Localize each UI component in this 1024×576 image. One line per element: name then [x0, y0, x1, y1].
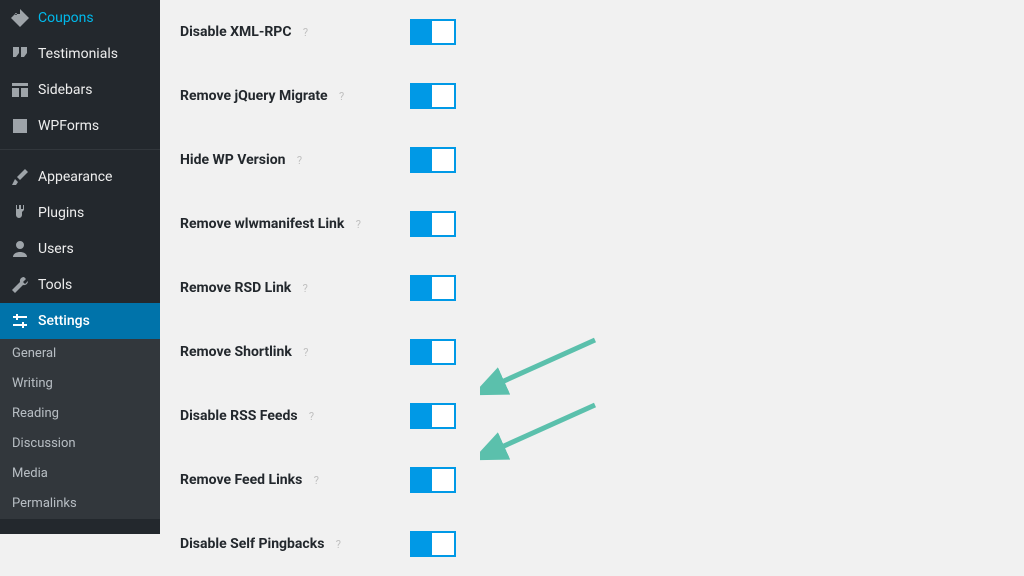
setting-row: Hide WP Version? [180, 128, 1004, 192]
menu-label: Sidebars [38, 81, 92, 99]
setting-row: Remove wlwmanifest Link? [180, 192, 1004, 256]
submenu-item-writing[interactable]: Writing [0, 369, 160, 399]
menu-label: Settings [38, 312, 90, 330]
setting-row: Remove Shortlink? [180, 320, 1004, 384]
settings-submenu: General Writing Reading Discussion Media… [0, 339, 160, 519]
sidebar-item-appearance[interactable]: Appearance [0, 159, 160, 195]
menu-label: Testimonials [38, 45, 118, 63]
menu-label: Coupons [38, 9, 94, 27]
toggle-knob [432, 85, 454, 107]
setting-label-text: Disable RSS Feeds [180, 408, 298, 424]
toggle-knob [432, 21, 454, 43]
brush-icon [10, 167, 30, 187]
toggle-knob [432, 405, 454, 427]
menu-separator [0, 149, 160, 154]
toggle-knob [432, 469, 454, 491]
toggle-switch[interactable] [410, 531, 456, 557]
setting-label-text: Remove jQuery Migrate [180, 88, 328, 104]
help-icon[interactable]: ? [350, 216, 366, 232]
menu-label: WPForms [38, 117, 99, 135]
menu-label: Plugins [38, 204, 84, 222]
sliders-icon [10, 311, 30, 331]
toggle-switch[interactable] [410, 83, 456, 109]
submenu-item-reading[interactable]: Reading [0, 399, 160, 429]
layout-icon [10, 80, 30, 100]
menu-label: Appearance [38, 168, 112, 186]
toggle-switch[interactable] [410, 467, 456, 493]
toggle-knob [432, 341, 454, 363]
wrench-icon [10, 275, 30, 295]
help-icon[interactable]: ? [334, 88, 350, 104]
help-icon[interactable]: ? [308, 472, 324, 488]
toggle-switch[interactable] [410, 211, 456, 237]
setting-label-text: Disable XML-RPC [180, 24, 292, 40]
submenu-item-permalinks[interactable]: Permalinks [0, 489, 160, 519]
sidebar-item-tools[interactable]: Tools [0, 267, 160, 303]
settings-panel: Disable XML-RPC?Remove jQuery Migrate?Hi… [160, 0, 1024, 534]
sidebar-item-sidebars[interactable]: Sidebars [0, 72, 160, 108]
setting-label-text: Remove wlwmanifest Link [180, 216, 344, 232]
tag-icon [10, 8, 30, 28]
setting-label-text: Disable Self Pingbacks [180, 536, 324, 552]
setting-row: Disable XML-RPC? [180, 0, 1004, 64]
setting-label: Remove RSD Link? [180, 280, 410, 296]
toggle-knob [432, 149, 454, 171]
setting-label: Remove Shortlink? [180, 344, 410, 360]
sidebar-item-users[interactable]: Users [0, 231, 160, 267]
sidebar-item-settings[interactable]: Settings [0, 303, 160, 339]
help-icon[interactable]: ? [297, 280, 313, 296]
setting-label: Hide WP Version? [180, 152, 410, 168]
setting-row: Remove jQuery Migrate? [180, 64, 1004, 128]
setting-label: Disable XML-RPC? [180, 24, 410, 40]
help-icon[interactable]: ? [330, 536, 346, 552]
setting-label: Disable RSS Feeds? [180, 408, 410, 424]
toggle-switch[interactable] [410, 403, 456, 429]
menu-label: Users [38, 240, 74, 258]
plug-icon [10, 203, 30, 223]
toggle-knob [432, 533, 454, 555]
user-icon [10, 239, 30, 259]
toggle-switch[interactable] [410, 275, 456, 301]
setting-row: Disable RSS Feeds? [180, 384, 1004, 448]
setting-label: Disable Self Pingbacks? [180, 536, 410, 552]
setting-label-text: Remove Feed Links [180, 472, 302, 488]
form-icon [10, 116, 30, 136]
submenu-item-media[interactable]: Media [0, 459, 160, 489]
setting-label-text: Hide WP Version [180, 152, 285, 168]
sidebar-item-plugins[interactable]: Plugins [0, 195, 160, 231]
help-icon[interactable]: ? [291, 152, 307, 168]
help-icon[interactable]: ? [298, 344, 314, 360]
setting-row: Remove RSD Link? [180, 256, 1004, 320]
admin-sidebar: Coupons Testimonials Sidebars WPForms Ap… [0, 0, 160, 534]
sidebar-item-wpforms[interactable]: WPForms [0, 108, 160, 144]
toggle-switch[interactable] [410, 339, 456, 365]
setting-label: Remove jQuery Migrate? [180, 88, 410, 104]
toggle-knob [432, 213, 454, 235]
help-icon[interactable]: ? [298, 24, 314, 40]
setting-label: Remove wlwmanifest Link? [180, 216, 410, 232]
toggle-switch[interactable] [410, 147, 456, 173]
setting-row: Remove Feed Links? [180, 448, 1004, 512]
submenu-item-general[interactable]: General [0, 339, 160, 369]
help-icon[interactable]: ? [304, 408, 320, 424]
sidebar-item-coupons[interactable]: Coupons [0, 0, 160, 36]
submenu-item-discussion[interactable]: Discussion [0, 429, 160, 459]
setting-label-text: Remove Shortlink [180, 344, 292, 360]
sidebar-item-testimonials[interactable]: Testimonials [0, 36, 160, 72]
menu-label: Tools [38, 276, 72, 294]
toggle-switch[interactable] [410, 19, 456, 45]
setting-row: Disable Self Pingbacks? [180, 512, 1004, 576]
toggle-knob [432, 277, 454, 299]
setting-label: Remove Feed Links? [180, 472, 410, 488]
quote-icon [10, 44, 30, 64]
setting-label-text: Remove RSD Link [180, 280, 291, 296]
